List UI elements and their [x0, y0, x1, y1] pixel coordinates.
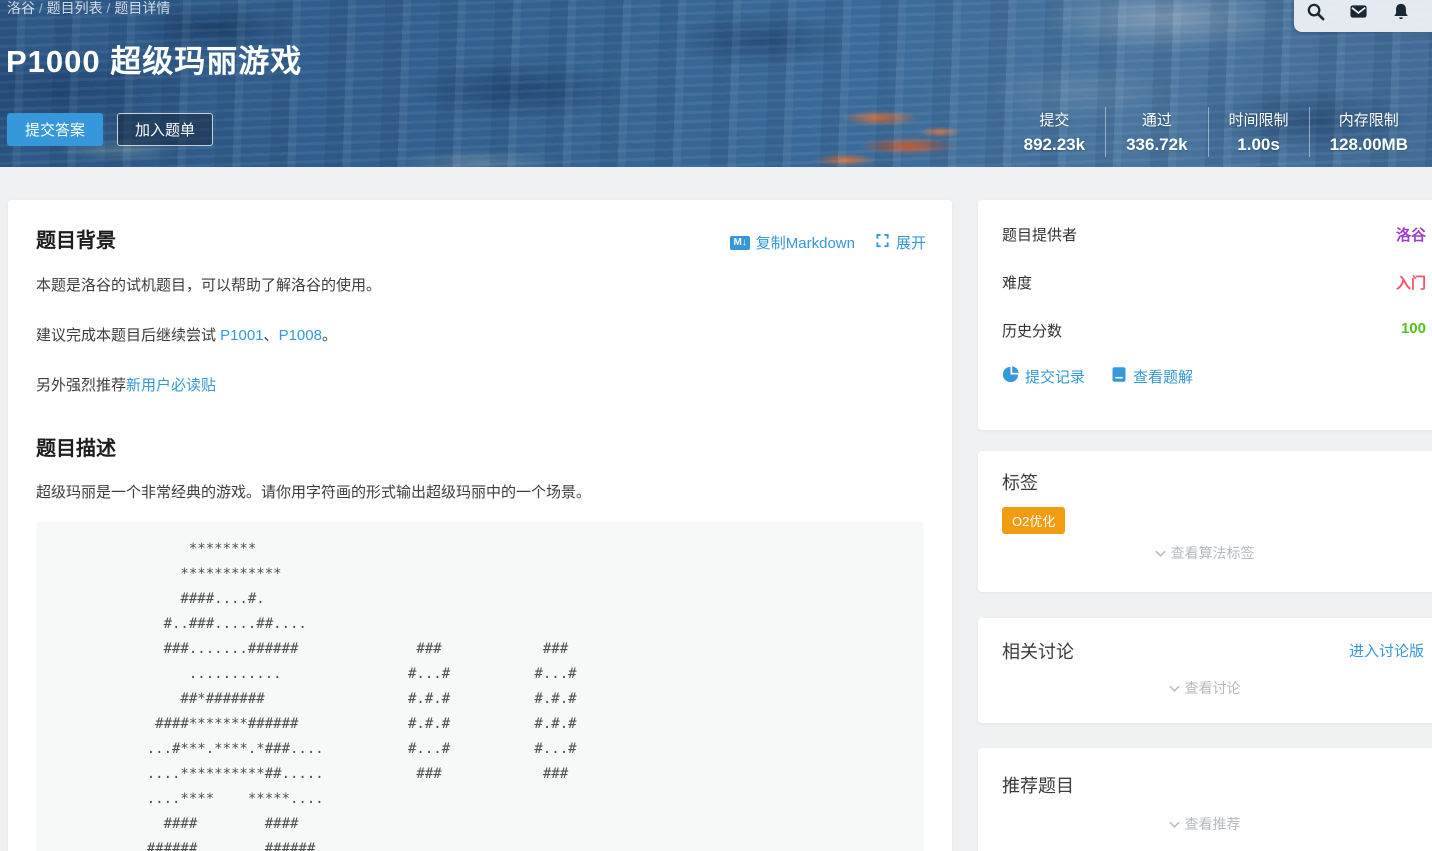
add-to-problem-list-button[interactable]: 加入题单: [117, 113, 213, 146]
discussions-title: 相关讨论: [1002, 638, 1074, 664]
stat-submissions: 提交 892.23k: [1004, 107, 1105, 157]
stat-value: 336.72k: [1126, 135, 1187, 155]
submit-answer-button[interactable]: 提交答案: [7, 113, 103, 146]
submission-records-link[interactable]: 提交记录: [1002, 366, 1085, 387]
description-paragraph: 超级玛丽是一个非常经典的游戏。请你用字符画的形式输出超级玛丽中的一个场景。: [36, 481, 591, 502]
search-icon[interactable]: [1306, 2, 1325, 21]
problem-info-card: 题目提供者 洛谷 难度 入门 历史分数 100 提交记录 查看题解: [978, 200, 1432, 430]
copy-markdown-link[interactable]: 复制Markdown: [756, 232, 855, 253]
stat-value: 892.23k: [1024, 135, 1085, 155]
stat-label: 提交: [1024, 109, 1085, 130]
link-p1008[interactable]: P1008: [279, 327, 322, 344]
stat-label: 时间限制: [1229, 109, 1289, 130]
submission-records-label: 提交记录: [1025, 366, 1085, 387]
stat-accepted: 通过 336.72k: [1105, 107, 1207, 157]
expand-icon[interactable]: [875, 233, 890, 252]
text: 、: [264, 327, 279, 344]
view-recommendations-link[interactable]: 查看推荐: [978, 814, 1430, 834]
breadcrumb-separator: /: [103, 0, 115, 16]
stat-value: 1.00s: [1229, 135, 1289, 155]
breadcrumb-separator: /: [35, 0, 47, 16]
breadcrumb-problem-list[interactable]: 题目列表: [47, 0, 103, 16]
background-paragraph-2: 建议完成本题目后继续尝试 P1001、P1008。: [36, 324, 337, 345]
bell-icon[interactable]: [1392, 2, 1410, 21]
section-title-description: 题目描述: [36, 432, 116, 461]
markdown-icon: M↓: [730, 236, 749, 250]
recommendations-card: 推荐题目 查看推荐: [978, 748, 1432, 851]
stat-memory-limit: 内存限制 128.00MB: [1309, 107, 1428, 157]
new-user-guide-link[interactable]: 新用户必读贴: [126, 377, 216, 394]
view-algorithm-tags-link[interactable]: 查看算法标签: [978, 543, 1430, 563]
difficulty-value[interactable]: 入门: [1396, 272, 1426, 293]
page-title: P1000 超级玛丽游戏: [6, 36, 302, 81]
section-title-background: 题目背景: [36, 224, 116, 253]
info-label: 题目提供者: [1002, 224, 1077, 245]
view-algorithm-tags-label: 查看算法标签: [1171, 545, 1255, 561]
mail-icon[interactable]: [1349, 2, 1368, 21]
info-row-difficulty: 难度 入门: [1002, 272, 1426, 293]
info-row-history-score: 历史分数 100: [1002, 320, 1426, 341]
history-score-value: 100: [1401, 320, 1426, 341]
background-paragraph-1: 本题是洛谷的试机题目，可以帮助了解洛谷的使用。: [36, 274, 381, 295]
recommendations-title: 推荐题目: [1002, 772, 1074, 798]
info-label: 历史分数: [1002, 320, 1062, 341]
problem-stats: 提交 892.23k 通过 336.72k 时间限制 1.00s 内存限制 12…: [1004, 107, 1428, 157]
text: 建议完成本题目后继续尝试: [36, 327, 220, 344]
view-solutions-label: 查看题解: [1133, 366, 1193, 387]
link-p1001[interactable]: P1001: [220, 327, 263, 344]
view-discussions-label: 查看讨论: [1185, 680, 1241, 696]
view-solutions-link[interactable]: 查看题解: [1111, 366, 1193, 387]
breadcrumb-problem-detail: 题目详情: [114, 0, 170, 16]
info-row-provider: 题目提供者 洛谷: [1002, 224, 1426, 245]
expand-link[interactable]: 展开: [896, 232, 926, 253]
banner: 洛谷 / 题目列表 / 题目详情 P1000 超级玛丽游戏 提交答案 加入题单 …: [0, 0, 1432, 167]
tag-o2-badge[interactable]: O2优化: [1002, 507, 1065, 534]
text: 。: [322, 327, 337, 344]
view-discussions-link[interactable]: 查看讨论: [978, 678, 1430, 698]
discussions-card: 相关讨论 进入讨论版 查看讨论: [978, 618, 1432, 723]
stat-label: 内存限制: [1330, 109, 1408, 130]
tags-card: 标签 O2优化 查看算法标签: [978, 451, 1432, 592]
enter-discussion-board-link[interactable]: 进入讨论版: [1349, 640, 1424, 661]
breadcrumb-home[interactable]: 洛谷: [7, 0, 35, 16]
tags-title: 标签: [1002, 469, 1038, 495]
ascii-art: ******** ************ ####....#. #..###.…: [36, 522, 924, 851]
provider-value[interactable]: 洛谷: [1396, 224, 1426, 245]
problem-content-card: 题目背景 M↓ 复制Markdown 展开 本题是洛谷的试机题目，可以帮助了解洛…: [8, 200, 952, 851]
view-recommendations-label: 查看推荐: [1185, 816, 1241, 832]
text: 另外强烈推荐: [36, 377, 126, 394]
book-icon: [1111, 366, 1127, 387]
ascii-art-block: ******** ************ ####....#. #..###.…: [36, 522, 924, 851]
pie-chart-icon: [1002, 366, 1019, 387]
background-paragraph-3: 另外强烈推荐新用户必读贴: [36, 374, 216, 395]
stat-value: 128.00MB: [1330, 135, 1408, 155]
stat-time-limit: 时间限制 1.00s: [1208, 107, 1309, 157]
topbar-panel: [1294, 0, 1432, 32]
stat-label: 通过: [1126, 109, 1187, 130]
breadcrumb: 洛谷 / 题目列表 / 题目详情: [7, 0, 170, 18]
info-label: 难度: [1002, 272, 1032, 293]
